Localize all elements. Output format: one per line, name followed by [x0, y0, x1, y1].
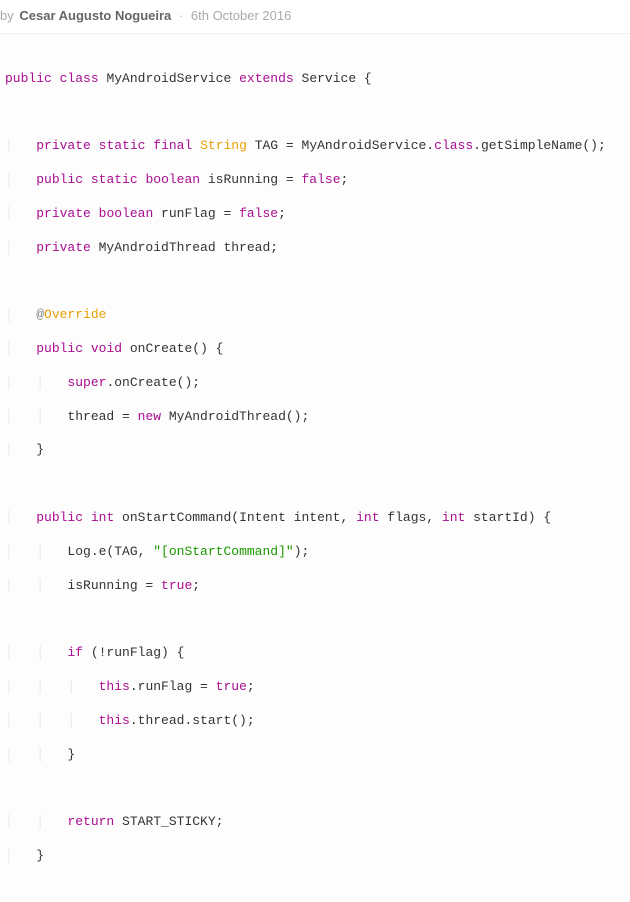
code-line: [5, 105, 625, 122]
code-line: │ │ return START_STICKY;: [5, 814, 625, 831]
code-line: │ │ }: [5, 747, 625, 764]
code-line: [5, 611, 625, 628]
code-line: │ │ │ this.thread.start();: [5, 713, 625, 730]
code-line: │ │ │ this.runFlag = true;: [5, 679, 625, 696]
code-line: │ private static final String TAG = MyAn…: [5, 138, 625, 155]
code-line: │ │ if (!runFlag) {: [5, 645, 625, 662]
code-line: │ │ thread = new MyAndroidThread();: [5, 409, 625, 426]
author-name[interactable]: Cesar Augusto Nogueira: [19, 8, 171, 23]
code-line: │ @Override: [5, 307, 625, 324]
code-line: │ public void onCreate() {: [5, 341, 625, 358]
by-label: by: [0, 8, 14, 23]
code-line: │ │ super.onCreate();: [5, 375, 625, 392]
snippet-header: by Cesar Augusto Nogueira · 6th October …: [0, 0, 630, 34]
code-line: public class MyAndroidService extends Se…: [5, 71, 625, 88]
code-line: [5, 780, 625, 797]
code-line: │ private MyAndroidThread thread;: [5, 240, 625, 257]
separator-dot: ·: [179, 8, 183, 23]
code-line: │ }: [5, 848, 625, 865]
code-line: │ │ isRunning = true;: [5, 578, 625, 595]
code-line: │ public int onStartCommand(Intent inten…: [5, 510, 625, 527]
code-block[interactable]: public class MyAndroidService extends Se…: [0, 34, 630, 902]
code-line: [5, 476, 625, 493]
post-date: 6th October 2016: [191, 8, 291, 23]
code-line: │ │ Log.e(TAG, "[onStartCommand]");: [5, 544, 625, 561]
code-line: [5, 274, 625, 291]
code-line: │ }: [5, 442, 625, 459]
code-line: │ private boolean runFlag = false;: [5, 206, 625, 223]
code-line: │ public static boolean isRunning = fals…: [5, 172, 625, 189]
